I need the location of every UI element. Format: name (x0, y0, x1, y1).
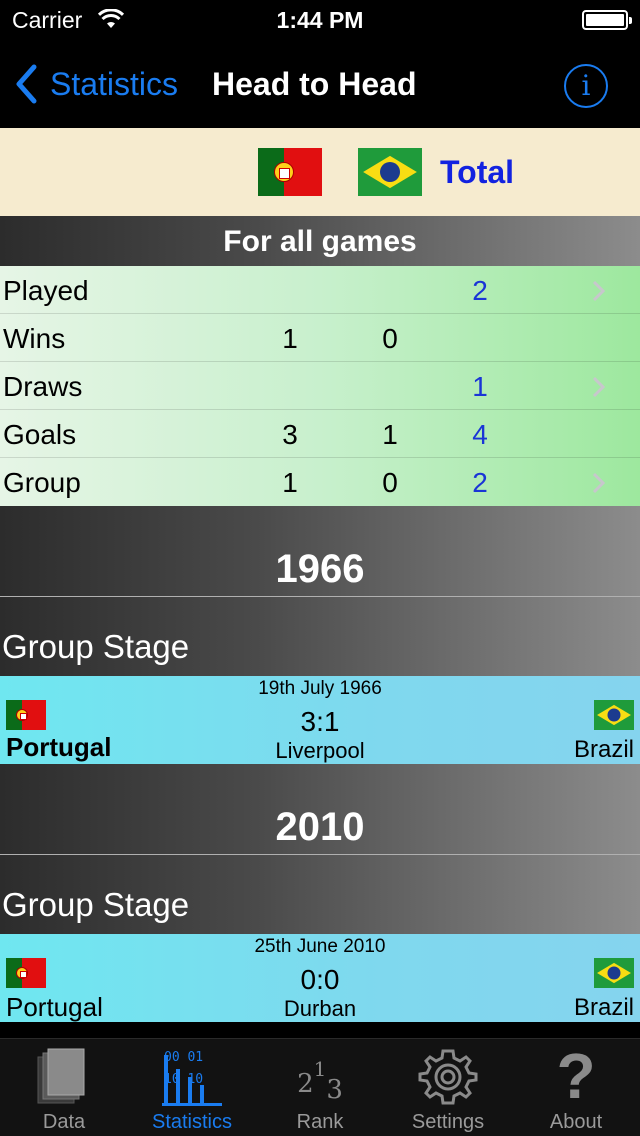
portugal-flag-icon (6, 700, 46, 730)
portugal-flag-icon (258, 148, 322, 196)
stage-header: Group Stage (0, 596, 640, 676)
stat-team1-value: 1 (282, 323, 298, 354)
match-date: 25th June 2010 (254, 936, 386, 957)
stat-team1-value: 1 (282, 467, 298, 498)
total-label: Total (440, 154, 515, 190)
tab-label: Rank (296, 1111, 344, 1133)
brazil-flag-icon (594, 700, 634, 730)
navigation-bar: Statistics Head to Head i (0, 40, 640, 128)
stat-row-group[interactable]: Group 1 0 2 (0, 458, 640, 506)
tab-label: Statistics (151, 1111, 233, 1133)
back-button[interactable]: Statistics (14, 62, 178, 106)
chevron-right-icon (592, 376, 606, 398)
away-team: Brazil (573, 994, 634, 1021)
year-header: 2010 (0, 764, 640, 854)
match-card[interactable]: 19th July 1966 3:1 Liverpool Portugal Br… (0, 676, 640, 764)
svg-text:00 01: 00 01 (164, 1050, 203, 1065)
rank-icon: 213 (297, 1057, 343, 1105)
tab-rank[interactable]: 213 Rank (256, 1039, 384, 1136)
year-label: 2010 (275, 805, 365, 849)
tab-label: Settings (411, 1111, 485, 1133)
year-header: 1966 (0, 506, 640, 596)
tab-label: Data (42, 1111, 86, 1133)
question-icon: ? (556, 1040, 596, 1112)
chevron-right-icon (592, 280, 606, 302)
stat-row-goals: Goals 3 1 4 (0, 410, 640, 458)
teams-header: Total (0, 128, 640, 216)
stat-team2-value: 0 (382, 467, 398, 498)
stat-label: Draws (3, 371, 83, 402)
data-icon (37, 1048, 85, 1104)
tab-bar: Data 00 01 10 10 Statistics 213 Rank Set… (0, 1038, 640, 1136)
gear-icon (418, 1049, 478, 1105)
home-team: Portugal (6, 992, 103, 1022)
stat-total-value: 2 (472, 275, 488, 306)
stat-label: Goals (3, 419, 77, 450)
stage-header: Group Stage (0, 854, 640, 934)
stats-table: Played 2 Wins 1 0 Draws 1 Goals 3 1 4 Gr… (0, 266, 640, 506)
statistics-icon: 00 01 10 10 (162, 1050, 222, 1106)
stat-label: Played (3, 275, 89, 306)
stat-team2-value: 0 (382, 323, 398, 354)
tab-statistics[interactable]: 00 01 10 10 Statistics (128, 1039, 256, 1136)
tab-data[interactable]: Data (0, 1039, 128, 1136)
match-date: 19th July 1966 (258, 678, 382, 699)
chevron-right-icon (592, 472, 606, 494)
status-bar: Carrier 1:44 PM (0, 0, 640, 40)
info-button[interactable]: i (564, 64, 608, 108)
stat-label: Wins (3, 323, 66, 354)
stat-row-wins: Wins 1 0 (0, 314, 640, 362)
stat-team1-value: 3 (282, 419, 298, 450)
tab-label: About (549, 1111, 603, 1133)
stat-row-draws[interactable]: Draws 1 (0, 362, 640, 410)
page-title: Head to Head (212, 66, 417, 102)
stat-row-played[interactable]: Played 2 (0, 266, 640, 314)
year-label: 1966 (275, 547, 365, 591)
stage-label: Group Stage (2, 886, 190, 923)
brazil-flag-icon (594, 958, 634, 988)
home-team: Portugal (6, 732, 112, 762)
brazil-flag-icon (358, 148, 422, 196)
chevron-left-icon (16, 64, 37, 104)
stat-total-value: 1 (472, 371, 488, 402)
stat-label: Group (3, 467, 81, 498)
stat-team2-value: 1 (382, 419, 398, 450)
stat-total-value: 4 (472, 419, 488, 450)
match-card[interactable]: 25th June 2010 0:0 Durban Portugal Brazi… (0, 934, 640, 1022)
section-title: For all games (223, 225, 417, 258)
away-team: Brazil (573, 736, 634, 763)
stage-label: Group Stage (2, 628, 190, 665)
section-header: For all games (0, 216, 640, 266)
svg-text:10 10: 10 10 (164, 1072, 203, 1087)
clock: 1:44 PM (276, 7, 364, 33)
tab-about[interactable]: ? About (512, 1039, 640, 1136)
back-button-label: Statistics (50, 65, 179, 102)
battery-icon (582, 10, 632, 30)
portugal-flag-icon (6, 958, 46, 988)
tab-settings[interactable]: Settings (384, 1039, 512, 1136)
stat-total-value: 2 (472, 467, 488, 498)
